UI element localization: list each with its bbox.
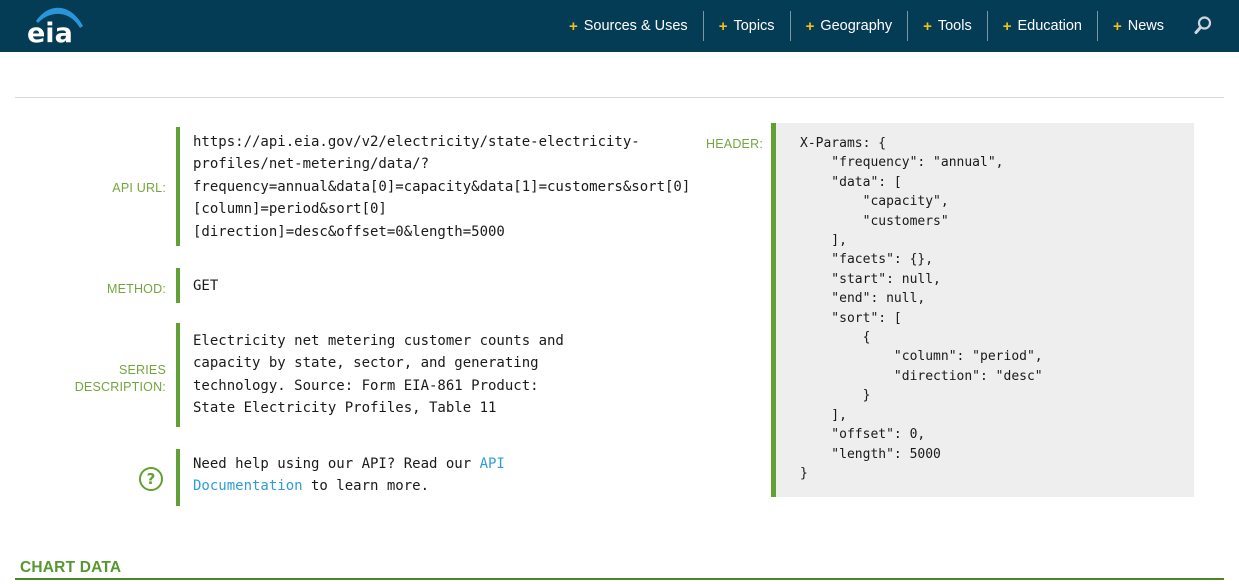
- nav-label: Sources & Uses: [584, 18, 688, 34]
- top-divider: [15, 97, 1224, 98]
- help-text: Need help using our API? Read our API Do…: [176, 449, 505, 506]
- plus-icon: +: [923, 18, 932, 35]
- plus-icon: +: [719, 18, 728, 35]
- eia-logo[interactable]: eia: [24, 5, 86, 49]
- nav-label: News: [1128, 18, 1164, 34]
- help-text-suffix: to learn more.: [303, 478, 429, 494]
- plus-icon: +: [1003, 18, 1012, 35]
- main-nav: + Sources & Uses + Topics + Geography + …: [554, 0, 1223, 52]
- api-url-value: https://api.eia.gov/v2/electricity/state…: [176, 127, 690, 246]
- eia-api-query-page: eia + Sources & Uses + Topics + Geograph…: [0, 0, 1239, 584]
- nav-label: Tools: [938, 18, 972, 34]
- x-params-panel: X-Params: { "frequency": "annual", "data…: [771, 123, 1194, 497]
- nav-label: Topics: [733, 18, 774, 34]
- nav-item-geography[interactable]: + Geography: [790, 11, 908, 41]
- plus-icon: +: [806, 18, 815, 35]
- series-description-value: Electricity net metering customer counts…: [176, 323, 564, 427]
- help-text-prefix: Need help using our API? Read our: [193, 456, 480, 472]
- plus-icon: +: [569, 18, 578, 35]
- nav-item-tools[interactable]: + Tools: [907, 11, 987, 41]
- chart-data-divider: [15, 578, 1224, 580]
- nav-label: Geography: [820, 18, 892, 34]
- api-url-label: API URL:: [40, 181, 166, 195]
- top-nav-bar: eia + Sources & Uses + Topics + Geograph…: [0, 0, 1239, 52]
- header-label: HEADER:: [663, 137, 763, 151]
- nav-item-education[interactable]: + Education: [987, 11, 1097, 41]
- series-description-label: SERIES DESCRIPTION:: [56, 362, 166, 396]
- chart-data-heading: CHART DATA: [20, 559, 121, 577]
- plus-icon: +: [1113, 18, 1122, 35]
- eia-logo-graphic: eia: [24, 5, 86, 49]
- method-label: METHOD:: [40, 282, 166, 296]
- nav-item-news[interactable]: + News: [1097, 11, 1179, 41]
- nav-label: Education: [1017, 18, 1082, 34]
- nav-item-topics[interactable]: + Topics: [703, 11, 790, 41]
- method-value: GET: [176, 268, 218, 303]
- nav-item-sources-uses[interactable]: + Sources & Uses: [554, 11, 703, 41]
- svg-text:eia: eia: [27, 18, 73, 49]
- search-button[interactable]: [1179, 15, 1223, 37]
- help-question-icon: ?: [139, 467, 163, 491]
- search-icon: [1193, 15, 1213, 37]
